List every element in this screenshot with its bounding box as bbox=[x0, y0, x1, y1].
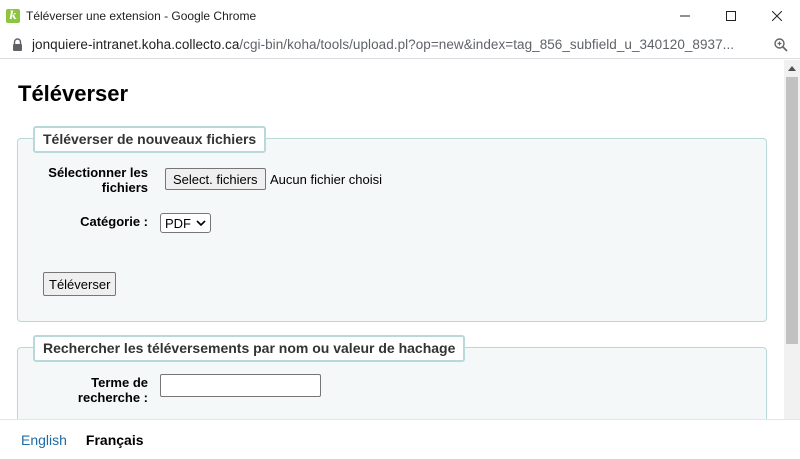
scrollbar-thumb[interactable] bbox=[786, 77, 798, 344]
category-select[interactable]: PDF bbox=[160, 213, 211, 233]
window-title: Téléverser une extension - Google Chrome bbox=[26, 8, 257, 23]
upload-fieldset: Téléverser de nouveaux fichiers Sélectio… bbox=[17, 126, 767, 322]
chevron-down-icon bbox=[196, 220, 206, 227]
search-term-label: Terme de recherche : bbox=[38, 375, 148, 405]
scroll-up-arrow-icon bbox=[788, 66, 796, 71]
close-button[interactable] bbox=[754, 0, 800, 31]
address-bar[interactable]: jonquiere-intranet.koha.collecto.ca/cgi-… bbox=[0, 31, 800, 59]
scroll-up-button[interactable] bbox=[784, 60, 800, 76]
category-label: Catégorie : bbox=[80, 214, 148, 229]
upload-legend: Téléverser de nouveaux fichiers bbox=[33, 126, 267, 153]
category-selected-value: PDF bbox=[165, 215, 191, 231]
koha-app-icon: k bbox=[6, 8, 20, 23]
search-term-label-line1: Terme de bbox=[91, 375, 148, 390]
file-status-text: Aucun fichier choisi bbox=[270, 172, 382, 187]
url-text[interactable]: jonquiere-intranet.koha.collecto.ca/cgi-… bbox=[32, 37, 752, 52]
minimize-button[interactable] bbox=[662, 0, 708, 31]
language-current-french: Français bbox=[85, 431, 144, 448]
search-term-input[interactable] bbox=[160, 374, 321, 397]
search-fieldset: Rechercher les téléversements par nom ou… bbox=[17, 335, 767, 419]
page-title: Téléverser bbox=[18, 81, 129, 106]
lock-icon[interactable] bbox=[11, 38, 23, 52]
url-path: /cgi-bin/koha/tools/upload.pl?op=new&ind… bbox=[239, 37, 735, 52]
zoom-icon[interactable] bbox=[773, 37, 789, 53]
vertical-scrollbar[interactable] bbox=[784, 60, 800, 419]
select-files-label-line1: Sélectionner les bbox=[48, 165, 148, 180]
page-content: Téléverser Téléverser de nouveaux fichie… bbox=[0, 60, 784, 419]
maximize-icon bbox=[726, 10, 736, 21]
select-files-button[interactable]: Select. fichiers bbox=[165, 168, 266, 190]
search-legend: Rechercher les téléversements par nom ou… bbox=[33, 335, 466, 362]
maximize-button[interactable] bbox=[708, 0, 754, 31]
search-term-label-line2: recherche : bbox=[77, 390, 148, 405]
language-footer: English Français bbox=[0, 419, 800, 459]
window-titlebar: k Téléverser une extension - Google Chro… bbox=[0, 0, 800, 31]
language-link-english[interactable]: English bbox=[21, 432, 67, 448]
upload-submit-button[interactable]: Téléverser bbox=[43, 272, 117, 296]
minimize-icon bbox=[680, 15, 690, 16]
window-controls bbox=[662, 0, 800, 31]
close-icon bbox=[772, 10, 782, 21]
select-files-label-line2: fichiers bbox=[101, 180, 148, 195]
select-files-label: Sélectionner les fichiers bbox=[38, 165, 148, 195]
url-host: jonquiere-intranet.koha.collecto.ca bbox=[32, 37, 240, 52]
